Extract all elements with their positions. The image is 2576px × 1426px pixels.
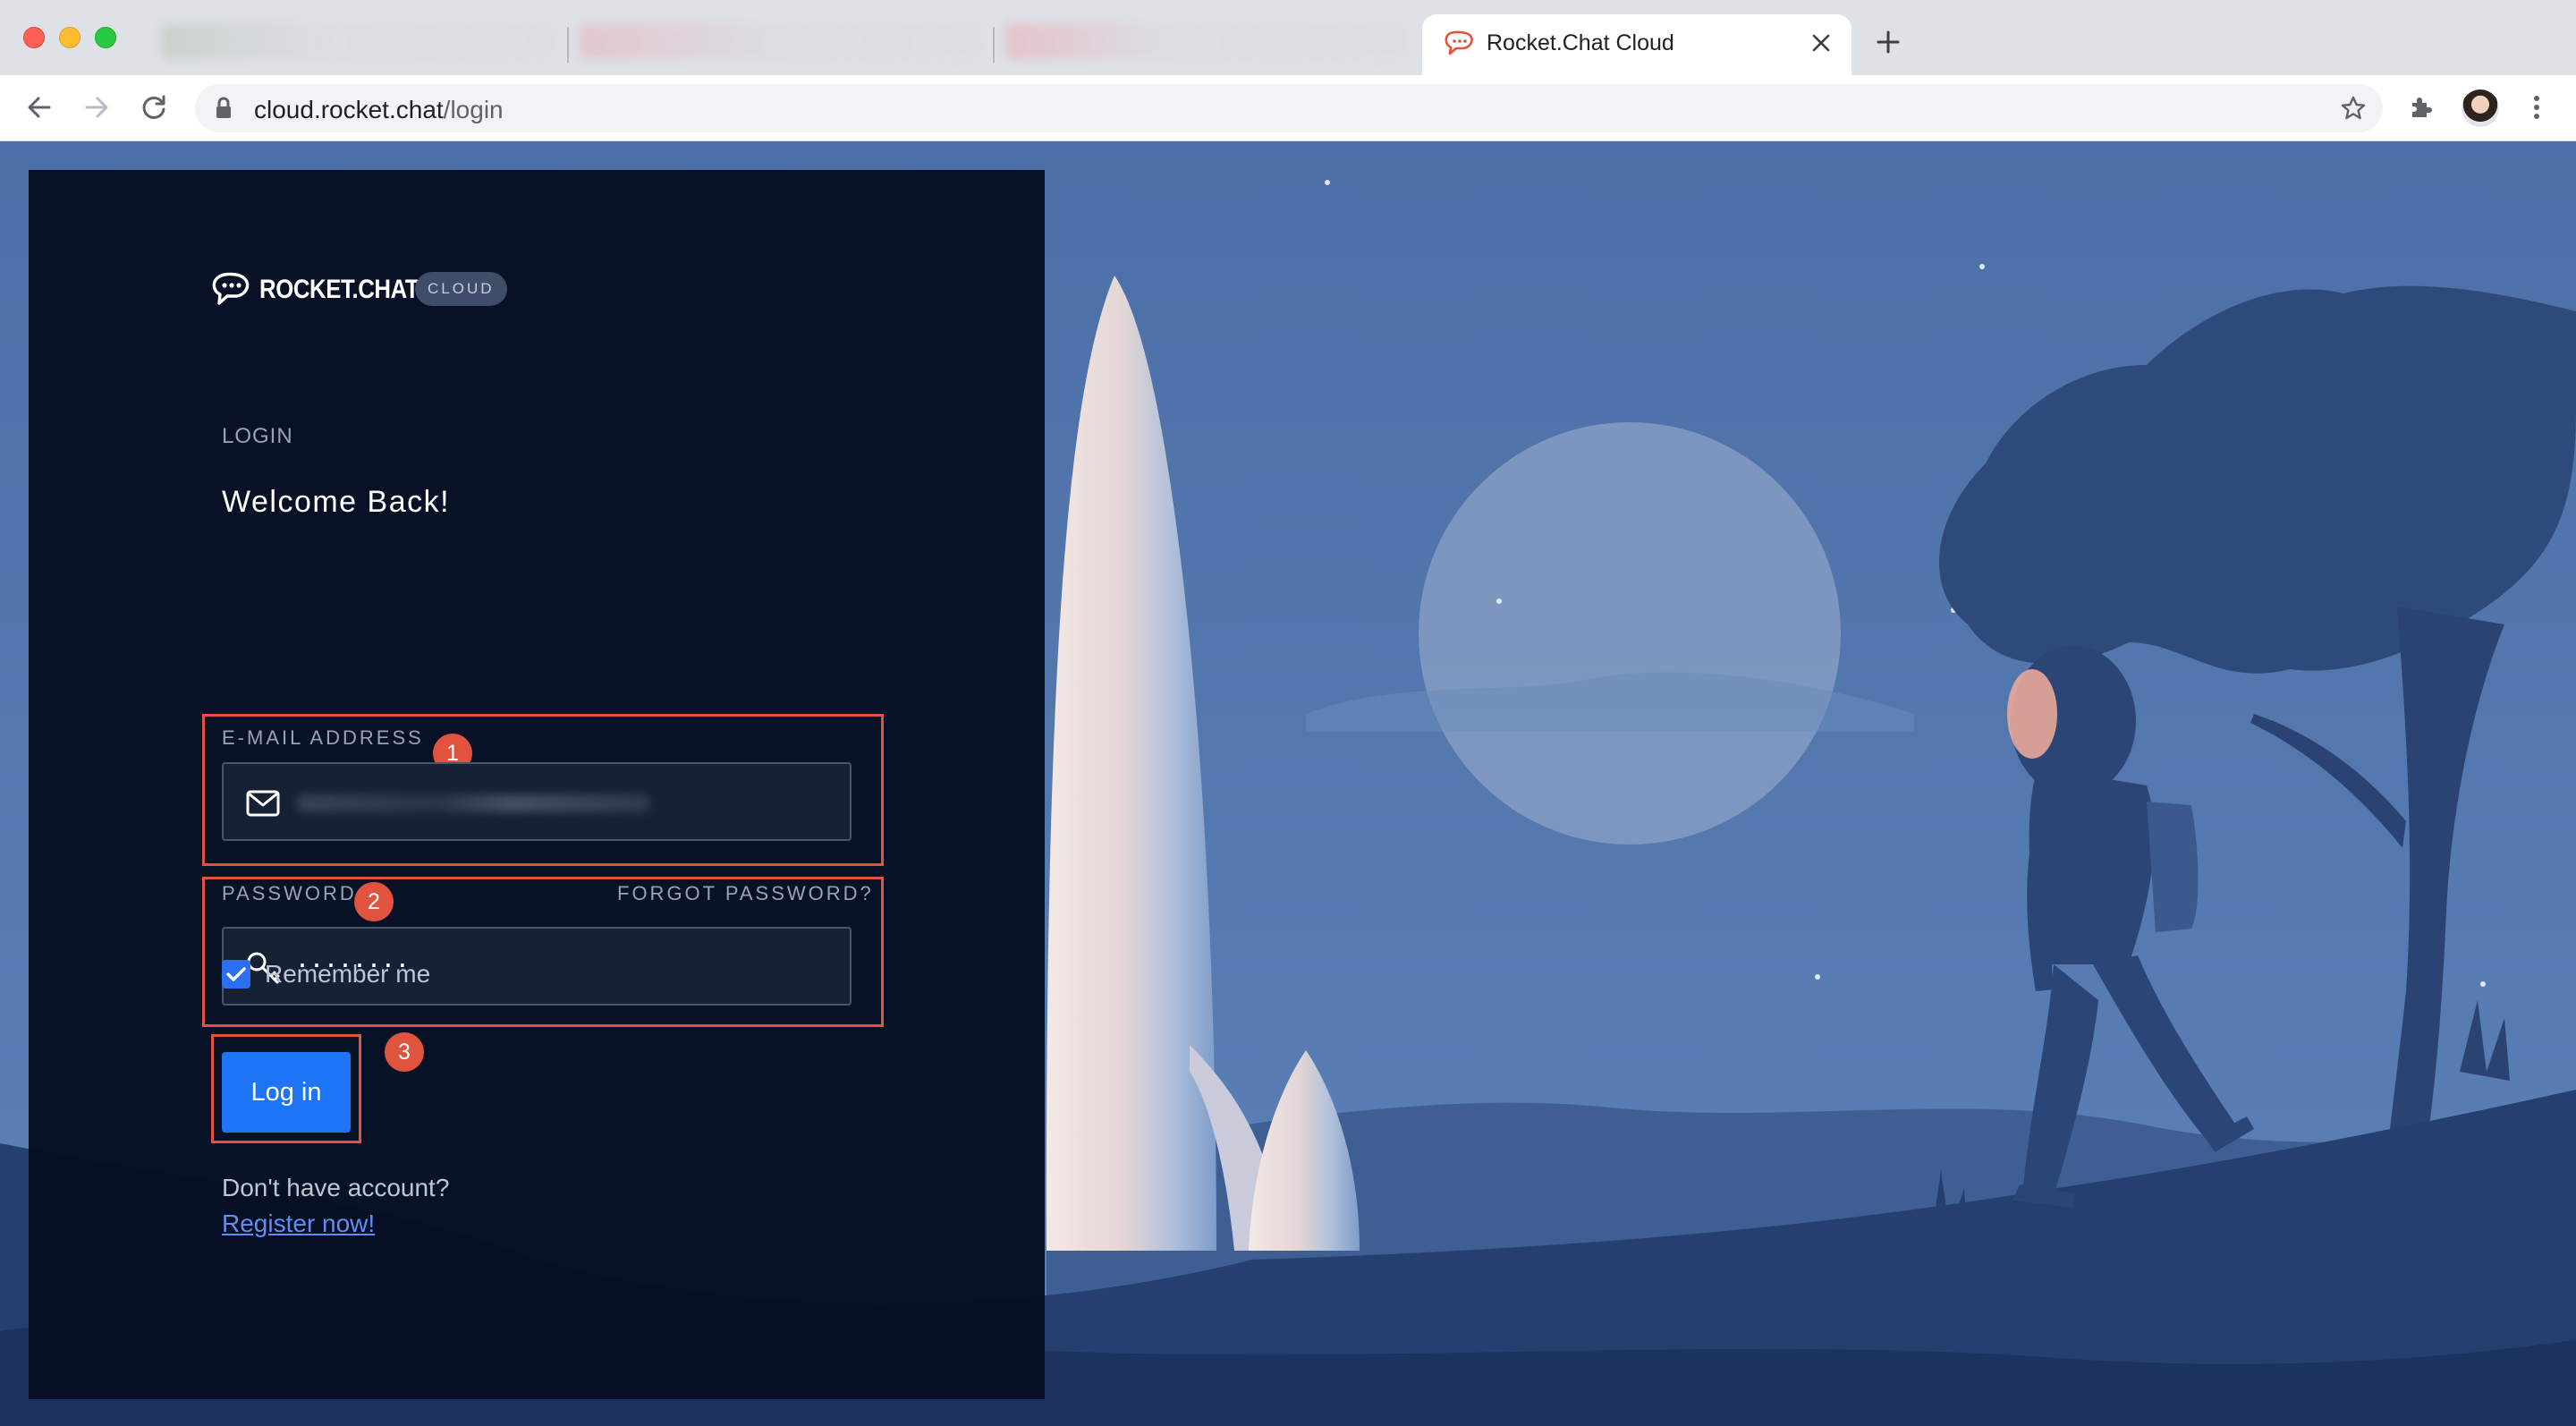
email-value-redacted: [297, 794, 650, 812]
puzzle-icon: [2412, 98, 2432, 117]
page-title: Welcome Back!: [222, 485, 451, 519]
cloud-badge: CLOUD: [415, 272, 507, 306]
forgot-password-link[interactable]: FORGOT PASSWORD?: [617, 882, 874, 905]
no-account-text: Don't have account?: [222, 1174, 450, 1201]
forward-button[interactable]: [77, 88, 116, 127]
password-label: PASSWORD: [222, 882, 357, 904]
browser-menu-button[interactable]: [2517, 88, 2556, 127]
arrow-right-icon: [85, 97, 108, 118]
remember-me-label: Remember me: [265, 960, 431, 988]
logo-wordmark: ROCKET.CHAT: [259, 275, 419, 304]
background-tab[interactable]: [1005, 23, 1408, 59]
address-bar[interactable]: cloud.rocket.chat/login: [195, 84, 2383, 132]
envelope-icon: [243, 784, 283, 823]
tab-rocket-chat-cloud[interactable]: Rocket.Chat Cloud: [1422, 14, 1852, 75]
tab-title: Rocket.Chat Cloud: [1487, 30, 1674, 55]
back-button[interactable]: [20, 88, 59, 127]
maximize-window-button[interactable]: [95, 27, 116, 48]
more-vert-icon: [2534, 96, 2539, 119]
browser-toolbar: cloud.rocket.chat/login: [0, 75, 2576, 141]
reload-button[interactable]: [134, 88, 174, 127]
section-label: LOGIN: [222, 424, 293, 448]
step-2-badge: 2: [354, 882, 394, 921]
email-label: E-MAIL ADDRESS: [222, 726, 424, 749]
login-page: ROCKET.CHAT CLOUD LOGIN Welcome Back! E-…: [0, 141, 2576, 1426]
close-window-button[interactable]: [23, 27, 45, 48]
tab-separator: [993, 27, 995, 63]
login-button[interactable]: Log in: [222, 1052, 351, 1133]
bookmark-star-icon[interactable]: [2340, 95, 2367, 126]
new-tab-button[interactable]: [1869, 23, 1907, 61]
url-text: cloud.rocket.chat/login: [254, 96, 504, 123]
rocket-chat-favicon-icon: [1444, 30, 1474, 57]
lock-icon[interactable]: [215, 97, 233, 124]
background-tab[interactable]: [161, 23, 555, 59]
browser-tab-bar: Rocket.Chat Cloud: [0, 0, 2576, 75]
checkbox-checked-icon[interactable]: [222, 960, 250, 989]
reload-icon: [142, 95, 165, 119]
rocket-chat-logo: ROCKET.CHAT: [211, 270, 445, 310]
step-3-badge: 3: [385, 1032, 424, 1072]
minimize-window-button[interactable]: [59, 27, 80, 48]
background-tab[interactable]: [580, 23, 982, 59]
login-panel: ROCKET.CHAT CLOUD LOGIN Welcome Back! E-…: [29, 170, 1045, 1399]
extensions-button[interactable]: [2401, 88, 2440, 127]
remember-me-checkbox[interactable]: Remember me: [222, 959, 430, 989]
close-tab-icon[interactable]: [1805, 27, 1837, 59]
arrow-left-icon: [28, 97, 51, 118]
email-field[interactable]: [222, 762, 852, 841]
profile-avatar[interactable]: [2462, 89, 2499, 127]
rocket-chat-logo-icon: [212, 272, 250, 305]
tab-separator: [567, 27, 569, 63]
register-link[interactable]: Register now!: [222, 1210, 375, 1238]
